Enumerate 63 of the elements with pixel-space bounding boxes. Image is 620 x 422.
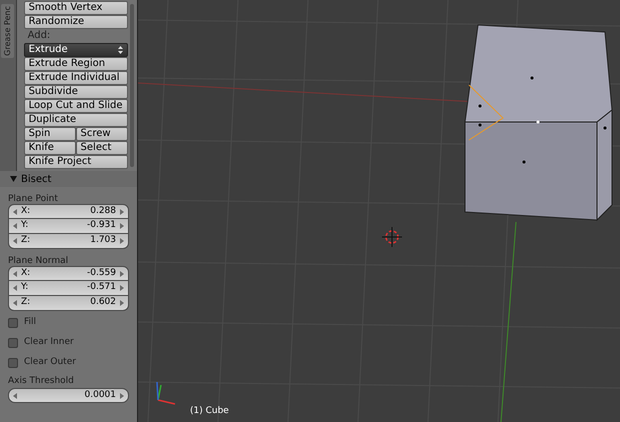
field-value: 0.288 (90, 204, 116, 218)
field-value: 0.0001 (84, 388, 116, 402)
group-label: Plane Normal (8, 255, 70, 266)
field-value: 0.602 (90, 296, 116, 310)
checkbox-label: Fill (24, 316, 36, 330)
right-arrow-icon[interactable] (120, 300, 124, 306)
left-arrow-icon[interactable] (13, 223, 17, 229)
number-field[interactable]: X: -0.559 (8, 266, 129, 281)
left-arrow-icon[interactable] (13, 208, 17, 214)
tool-button[interactable]: Randomize (24, 15, 128, 29)
right-arrow-icon[interactable] (120, 208, 124, 214)
left-arrow-icon[interactable] (13, 238, 17, 244)
axis-gizmo-icon (156, 382, 176, 405)
checkbox-label: Clear Inner (24, 336, 74, 350)
axis-label: Y: (21, 219, 28, 232)
tool-button[interactable]: Extrude Region (24, 57, 128, 71)
tool-button[interactable]: Spin (24, 127, 76, 141)
left-arrow-icon[interactable] (13, 300, 17, 306)
right-arrow-icon[interactable] (120, 238, 124, 244)
3d-cursor-icon (382, 226, 402, 248)
number-field[interactable]: Z: 1.703 (8, 234, 129, 249)
field-value: 1.703 (90, 234, 116, 248)
field-value: -0.571 (86, 281, 116, 294)
tool-button[interactable]: Screw (76, 127, 128, 141)
number-field[interactable]: Z: 0.602 (8, 296, 129, 311)
left-arrow-icon[interactable] (13, 285, 17, 291)
tool-button[interactable]: Knife Project (24, 155, 128, 169)
right-arrow-icon[interactable] (120, 285, 124, 291)
number-field[interactable]: 0.0001 (8, 388, 129, 403)
axis-label: Z: (21, 234, 30, 248)
axis-label: Y: (21, 281, 28, 294)
tool-button[interactable]: Loop Cut and Slide (24, 99, 128, 113)
panel-header[interactable]: Bisect (0, 171, 137, 187)
axis-label: Z: (21, 296, 30, 310)
tool-button[interactable]: Knife (24, 141, 76, 155)
field-value: -0.559 (86, 266, 116, 280)
group-label: Plane Point (8, 193, 59, 204)
checkbox[interactable] (8, 338, 18, 348)
tool-button[interactable]: Smooth Vertex (24, 1, 128, 15)
number-field[interactable]: X: 0.288 (8, 204, 129, 219)
scrollbar[interactable] (130, 4, 134, 167)
right-arrow-icon[interactable] (120, 392, 124, 398)
object-label: (1) Cube (190, 405, 229, 418)
updown-icon (118, 46, 123, 54)
number-field[interactable]: Y: -0.571 (8, 281, 129, 296)
checkbox[interactable] (8, 358, 18, 368)
field-value: -0.931 (86, 219, 116, 232)
right-arrow-icon[interactable] (120, 223, 124, 229)
checkbox-label: Clear Outer (24, 356, 76, 370)
checkbox[interactable] (8, 318, 18, 328)
tool-button[interactable]: Select (76, 141, 128, 155)
tool-button[interactable]: Subdivide (24, 85, 128, 99)
section-label: Add: (26, 29, 52, 43)
number-field[interactable]: Y: -0.931 (8, 219, 129, 234)
extrude-dropdown[interactable]: Extrude (24, 43, 128, 57)
left-arrow-icon[interactable] (13, 270, 17, 276)
left-arrow-icon[interactable] (13, 392, 17, 398)
tool-button[interactable]: Extrude Individual (24, 71, 128, 85)
tool-button[interactable]: Duplicate (24, 113, 128, 127)
right-arrow-icon[interactable] (120, 270, 124, 276)
field-label: Axis Threshold (8, 375, 75, 388)
axis-label: X: (21, 266, 30, 280)
axis-label: X: (21, 204, 30, 218)
